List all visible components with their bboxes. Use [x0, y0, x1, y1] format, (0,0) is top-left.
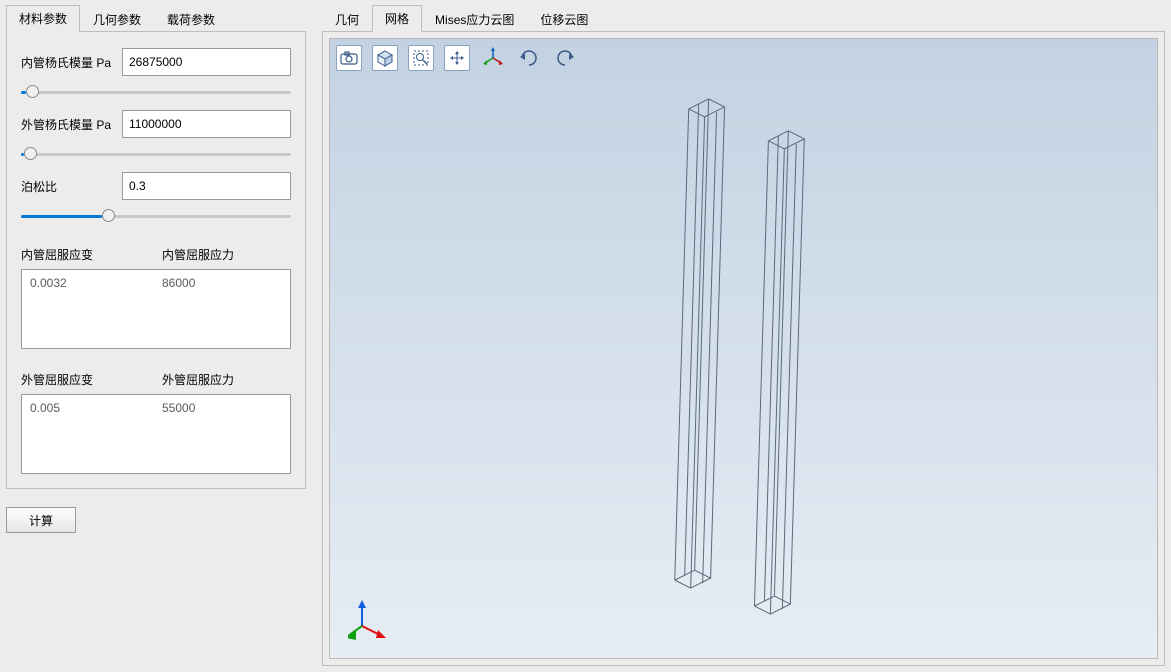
inner-modulus-input[interactable] [122, 48, 291, 76]
outer-modulus-input[interactable] [122, 110, 291, 138]
tab-mesh-view[interactable]: 网格 [372, 5, 422, 32]
outer-yield-strain-label: 外管屈服应变 [21, 371, 150, 388]
tab-mises-view[interactable]: Mises应力云图 [422, 6, 527, 32]
axis-triad-icon [348, 596, 392, 640]
left-tabs: 材料参数 几何参数 载荷参数 [6, 6, 306, 32]
inner-yield-stress-label: 内管屈服应力 [162, 246, 291, 263]
tab-geometry[interactable]: 几何参数 [80, 6, 154, 32]
tab-geom-view[interactable]: 几何 [322, 6, 372, 32]
poisson-label: 泊松比 [21, 178, 116, 195]
inner-yield-strain-label: 内管屈服应变 [21, 246, 150, 263]
mesh-object [330, 39, 1157, 658]
viewport-frame [322, 31, 1165, 666]
outer-yield-strain-value: 0.005 [30, 401, 150, 467]
outer-yield-stress-value: 55000 [162, 401, 282, 467]
inner-yield-strain-value: 0.0032 [30, 276, 150, 342]
inner-yield-stress-value: 86000 [162, 276, 282, 342]
inner-yield-box[interactable]: 0.0032 86000 [21, 269, 291, 349]
tab-disp-view[interactable]: 位移云图 [527, 6, 601, 32]
inner-modulus-slider[interactable] [21, 84, 291, 100]
outer-modulus-label: 外管杨氏模量 Pa [21, 116, 116, 133]
right-tabs: 几何 网格 Mises应力云图 位移云图 [322, 6, 1165, 32]
outer-yield-stress-label: 外管屈服应力 [162, 371, 291, 388]
tab-material[interactable]: 材料参数 [6, 5, 80, 32]
material-panel: 内管杨氏模量 Pa 外管杨氏模量 Pa [6, 31, 306, 489]
3d-viewport[interactable] [329, 38, 1158, 659]
outer-modulus-slider[interactable] [21, 146, 291, 162]
calculate-button[interactable]: 计算 [6, 507, 76, 533]
tab-load[interactable]: 载荷参数 [154, 6, 228, 32]
inner-modulus-label: 内管杨氏模量 Pa [21, 54, 116, 71]
poisson-slider[interactable] [21, 208, 291, 224]
poisson-input[interactable] [122, 172, 291, 200]
outer-yield-box[interactable]: 0.005 55000 [21, 394, 291, 474]
